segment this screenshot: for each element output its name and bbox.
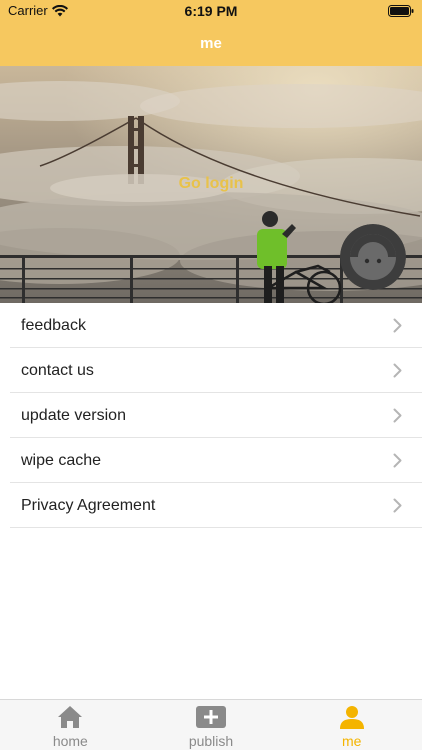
page-title: me xyxy=(200,35,222,52)
menu-item-update-version[interactable]: update version xyxy=(10,393,422,438)
menu-item-contact-us[interactable]: contact us xyxy=(10,348,422,393)
home-icon xyxy=(58,706,83,728)
tab-me[interactable]: me xyxy=(281,700,422,750)
menu-item-label: Privacy Agreement xyxy=(21,497,156,514)
battery-icon xyxy=(388,5,414,17)
menu-item-wipe-cache[interactable]: wipe cache xyxy=(10,438,422,483)
menu-item-label: update version xyxy=(21,407,126,424)
chevron-right-icon xyxy=(393,318,402,333)
tab-label: publish xyxy=(188,733,234,749)
menu-item-privacy-agreement[interactable]: Privacy Agreement xyxy=(10,483,422,528)
status-bar: Carrier 6:19 PM xyxy=(0,0,422,22)
menu-item-feedback[interactable]: feedback xyxy=(10,303,422,348)
carrier-label: Carrier xyxy=(8,3,48,18)
chevron-right-icon xyxy=(393,498,402,513)
navigation-bar: me xyxy=(0,22,422,66)
tab-home[interactable]: home xyxy=(0,700,141,750)
tab-publish[interactable]: publish xyxy=(141,700,282,750)
avatar[interactable] xyxy=(340,224,406,290)
menu-item-label: feedback xyxy=(21,317,86,334)
menu-item-label: wipe cache xyxy=(21,452,102,469)
tab-bar: home publish me xyxy=(0,699,422,750)
settings-menu: feedback contact us update version wipe … xyxy=(0,303,422,528)
tab-label: me xyxy=(341,733,362,749)
chevron-right-icon xyxy=(393,453,402,468)
go-login-button[interactable]: Go login xyxy=(0,175,422,193)
person-icon xyxy=(339,706,364,729)
menu-item-label: contact us xyxy=(21,362,94,379)
wifi-icon xyxy=(51,4,68,16)
status-carrier: Carrier xyxy=(8,3,68,18)
tab-label: home xyxy=(52,733,88,749)
chevron-right-icon xyxy=(393,408,402,423)
plus-square-icon xyxy=(196,706,226,728)
chevron-right-icon xyxy=(393,363,402,378)
profile-header: Go login xyxy=(0,66,422,303)
